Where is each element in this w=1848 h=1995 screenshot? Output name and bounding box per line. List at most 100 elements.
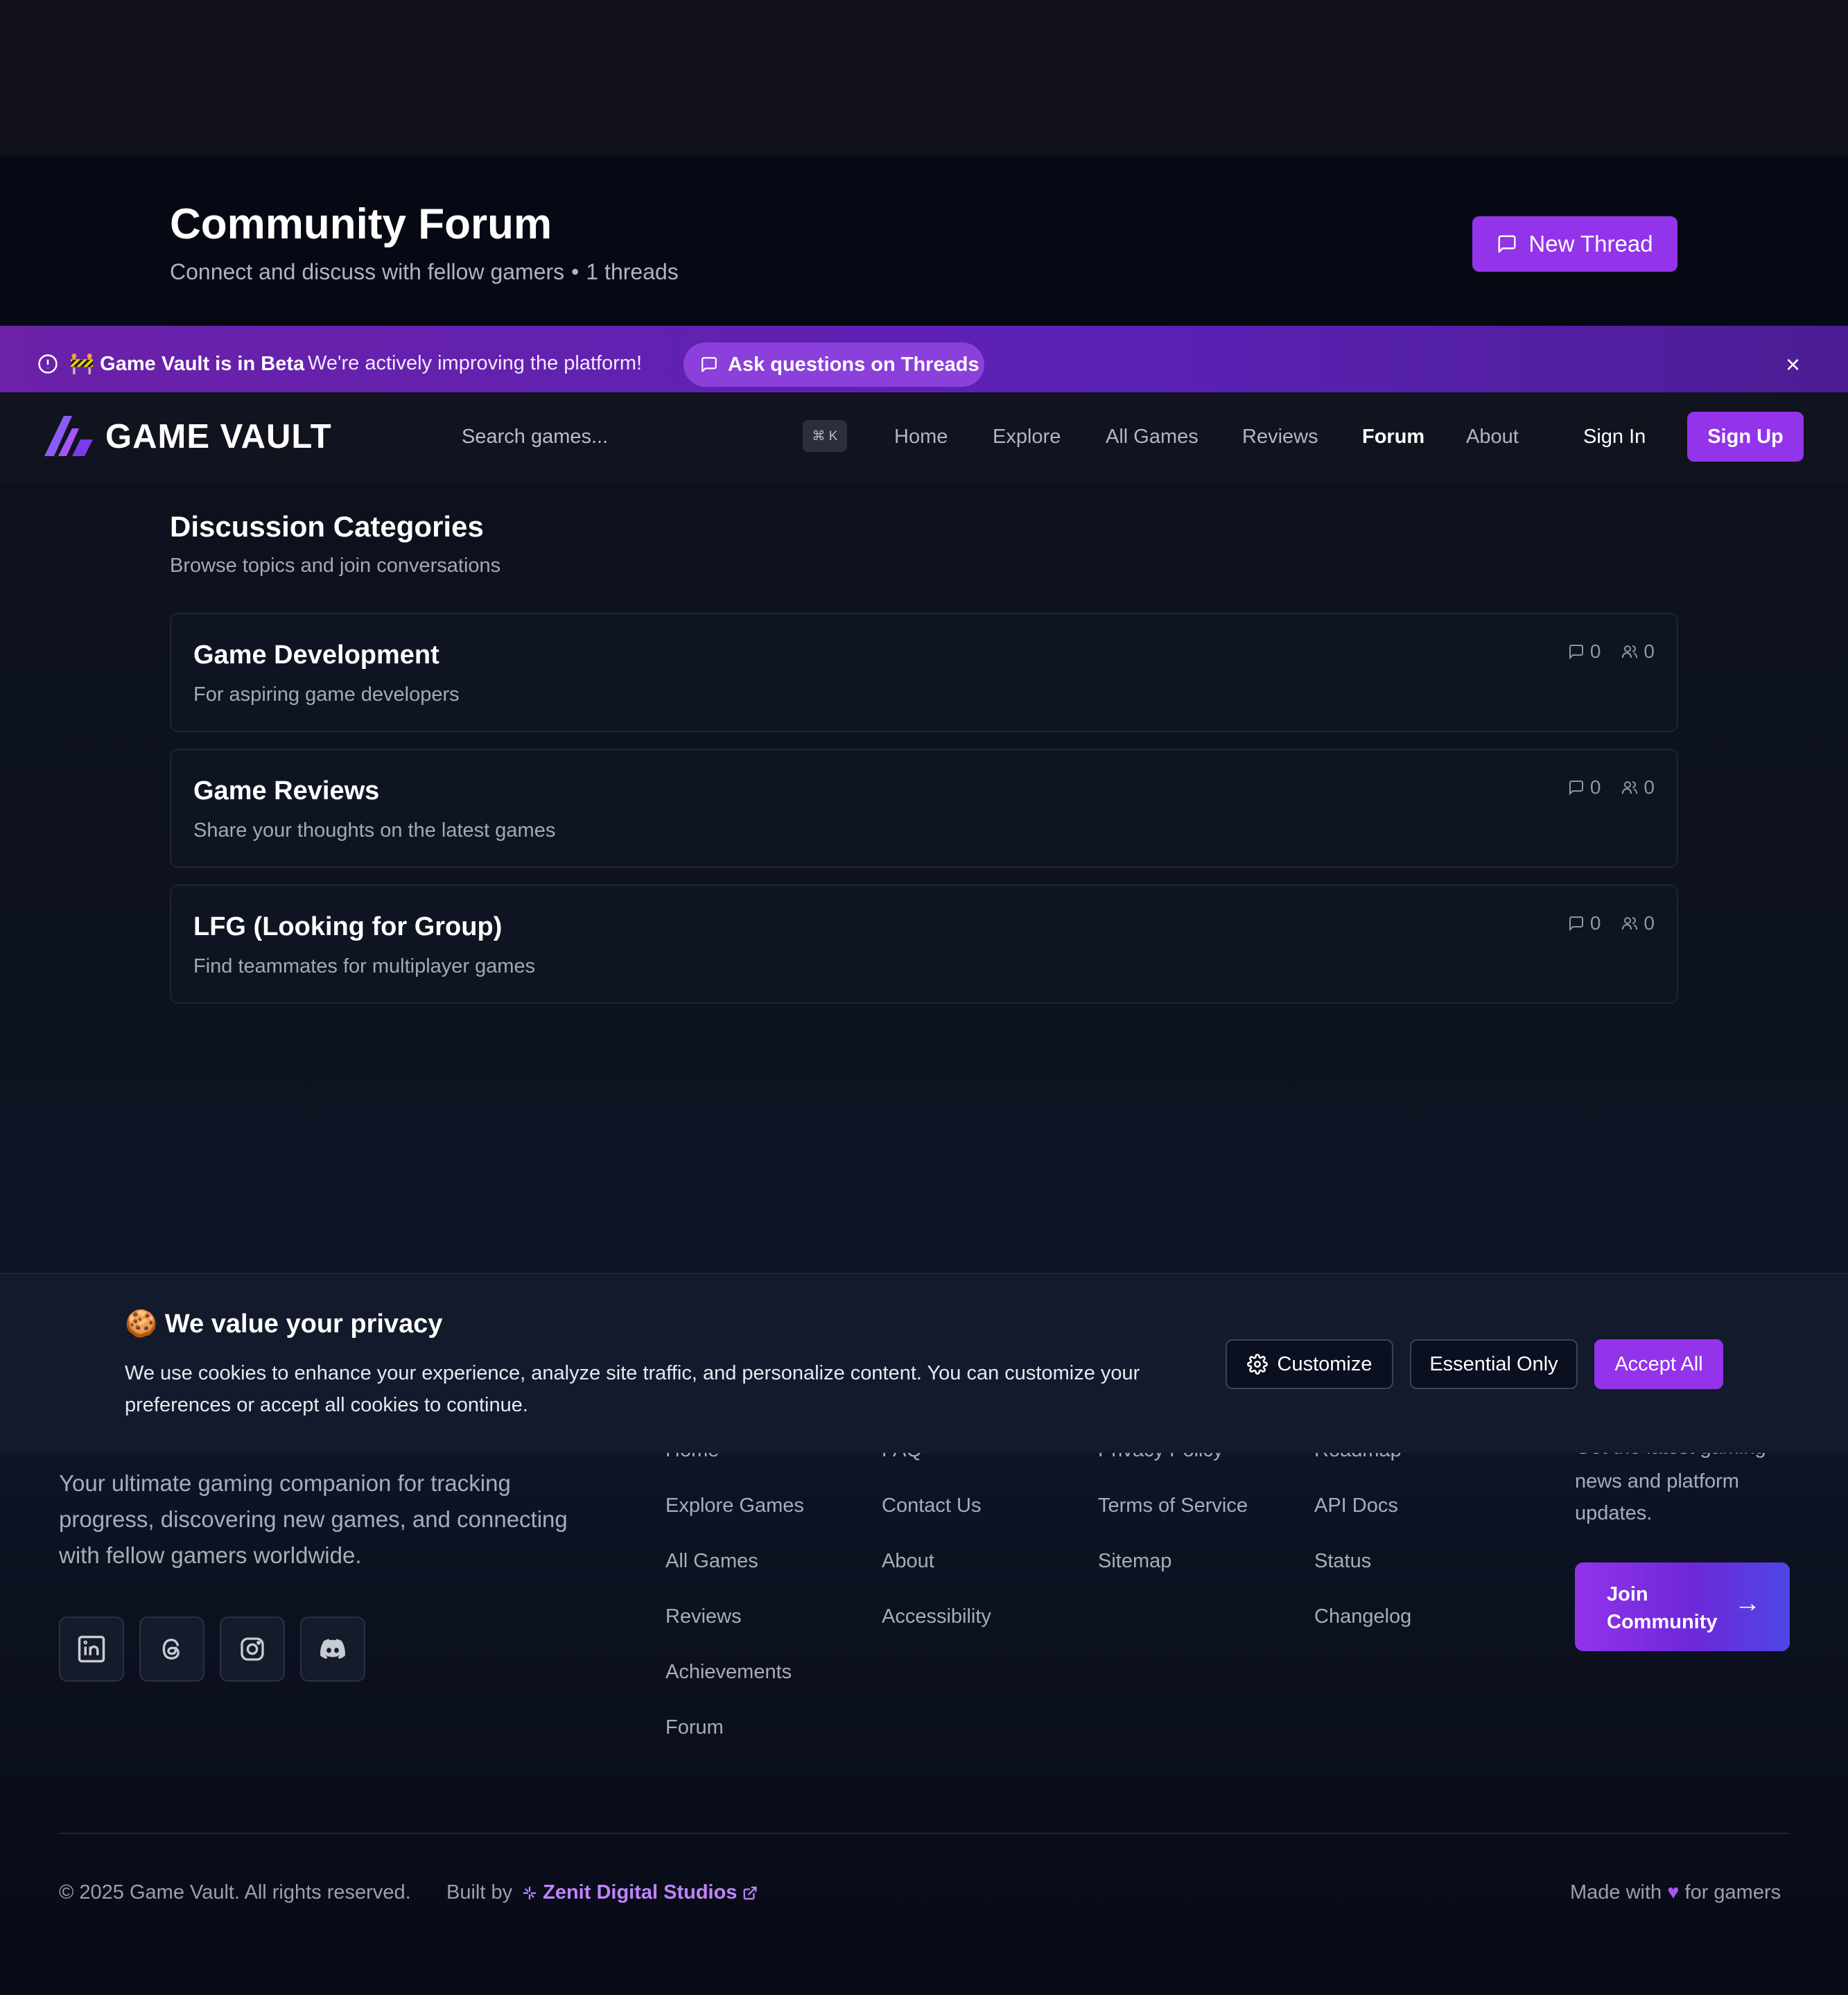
category-description: Find teammates for multiplayer games bbox=[193, 955, 536, 977]
footer-link[interactable]: Reviews bbox=[665, 1605, 742, 1628]
sign-up-button[interactable]: Sign Up bbox=[1687, 412, 1804, 462]
instagram-link[interactable] bbox=[220, 1617, 285, 1682]
join-label: Join bbox=[1607, 1583, 1648, 1605]
nav-link-forum[interactable]: Forum bbox=[1362, 426, 1424, 448]
nav-link-reviews[interactable]: Reviews bbox=[1242, 426, 1318, 448]
thread-count: 1 threads bbox=[586, 259, 679, 284]
thread-count: 0 bbox=[1589, 641, 1601, 662]
section-subtitle: Browse topics and join conversations bbox=[170, 555, 501, 577]
member-count: 0 bbox=[1644, 776, 1655, 798]
footer-link[interactable]: API Docs bbox=[1314, 1495, 1398, 1517]
search-input[interactable]: Search games... bbox=[462, 426, 608, 448]
heart-icon: ♥ bbox=[1667, 1881, 1680, 1903]
accept-all-button[interactable]: Accept All bbox=[1594, 1339, 1723, 1389]
category-card[interactable]: Game Reviews Share your thoughts on the … bbox=[170, 749, 1678, 868]
new-thread-label: New Thread bbox=[1528, 231, 1653, 256]
essential-only-label: Essential Only bbox=[1429, 1352, 1558, 1375]
discord-link[interactable] bbox=[300, 1617, 365, 1682]
category-stats: 0 0 bbox=[1568, 776, 1655, 799]
footer-link[interactable]: All Games bbox=[665, 1550, 758, 1573]
footer-link[interactable]: Achievements bbox=[665, 1661, 792, 1684]
category-stats: 0 0 bbox=[1568, 912, 1655, 934]
new-thread-button[interactable]: New Thread bbox=[1472, 216, 1677, 272]
thread-count: 0 bbox=[1589, 912, 1601, 934]
logo-icon bbox=[44, 416, 93, 456]
footer-link[interactable]: About bbox=[882, 1550, 934, 1573]
footer-link[interactable]: Changelog bbox=[1314, 1605, 1411, 1628]
category-stats: 0 0 bbox=[1568, 641, 1655, 663]
page-subtitle: Connect and discuss with fellow gamers • 1… bbox=[170, 258, 679, 286]
built-by-label: Built by bbox=[446, 1881, 513, 1903]
member-count: 0 bbox=[1644, 641, 1655, 662]
nav-link-all-games[interactable]: All Games bbox=[1106, 426, 1198, 448]
footer-link[interactable]: Explore Games bbox=[665, 1495, 804, 1517]
beta-title: 🚧 Game Vault is in Beta bbox=[69, 353, 305, 375]
cookie-title: 🍪 We value your privacy bbox=[125, 1309, 443, 1339]
message-square-icon bbox=[1569, 916, 1583, 932]
top-strip bbox=[0, 0, 1848, 155]
category-title: Game Development bbox=[193, 641, 439, 670]
footer-tagline: Your ultimate gaming companion for track… bbox=[59, 1470, 568, 1568]
page-title: Community Forum bbox=[170, 200, 552, 248]
instagram-icon bbox=[241, 1637, 264, 1661]
category-title: Game Reviews bbox=[193, 776, 380, 805]
customize-button[interactable]: Customize bbox=[1226, 1339, 1393, 1389]
brand-name[interactable]: GAME VAULT bbox=[105, 416, 332, 458]
footer-link[interactable]: Sitemap bbox=[1098, 1550, 1171, 1573]
member-count: 0 bbox=[1644, 912, 1655, 934]
search-shortcut: ⌘ K bbox=[803, 420, 847, 452]
for-gamers-label: for gamers bbox=[1684, 1881, 1781, 1903]
threads-link[interactable] bbox=[139, 1617, 204, 1682]
discord-icon bbox=[320, 1639, 345, 1659]
category-card[interactable]: LFG (Looking for Group) Find teammates f… bbox=[170, 885, 1678, 1004]
nav-link-about[interactable]: About bbox=[1466, 426, 1519, 448]
studio-link[interactable]: Zenit Digital Studios bbox=[522, 1881, 758, 1904]
gear-icon bbox=[1246, 1354, 1268, 1375]
category-card[interactable]: Game Development For aspiring game devel… bbox=[170, 613, 1678, 732]
footer-link[interactable]: Status bbox=[1314, 1550, 1371, 1573]
category-description: For aspiring game developers bbox=[193, 683, 460, 706]
join-label-2: Community bbox=[1607, 1611, 1718, 1633]
made-with: Made with ♥ for gamers bbox=[1570, 1881, 1781, 1904]
footer-divider bbox=[59, 1833, 1789, 1834]
essential-only-button[interactable]: Essential Only bbox=[1410, 1339, 1578, 1389]
thread-count: 0 bbox=[1589, 776, 1601, 798]
sign-in-link[interactable]: Sign In bbox=[1583, 426, 1646, 448]
cookie-text: We use cookies to enhance your experienc… bbox=[125, 1362, 1140, 1416]
linkedin-link[interactable] bbox=[59, 1617, 124, 1682]
made-with-label: Made with bbox=[1570, 1881, 1662, 1903]
section-title: Discussion Categories bbox=[170, 510, 484, 543]
subtitle-text: Connect and discuss with fellow gamers bbox=[170, 259, 565, 284]
ask-threads-link[interactable]: Ask questions on Threads bbox=[683, 342, 984, 387]
category-title: LFG (Looking for Group) bbox=[193, 912, 503, 941]
message-square-icon bbox=[701, 357, 717, 372]
footer-link[interactable]: Contact Us bbox=[882, 1495, 981, 1517]
info-circle-icon bbox=[38, 354, 58, 374]
arrow-right-icon: → bbox=[1734, 1589, 1761, 1618]
users-icon bbox=[1622, 781, 1638, 794]
close-icon[interactable]: × bbox=[1786, 352, 1800, 377]
nav-link-explore[interactable]: Explore bbox=[993, 426, 1061, 448]
message-square-icon bbox=[1498, 235, 1516, 253]
footer-link[interactable]: Accessibility bbox=[882, 1605, 991, 1628]
users-icon bbox=[1622, 917, 1638, 930]
main-content bbox=[0, 482, 1848, 1273]
customize-label: Customize bbox=[1277, 1352, 1372, 1375]
message-square-icon bbox=[1569, 645, 1583, 660]
studio-name: Zenit Digital Studios bbox=[543, 1881, 738, 1903]
threads-icon bbox=[162, 1638, 180, 1660]
newsletter-text: news and platform updates. bbox=[1575, 1470, 1739, 1524]
copyright: © 2025 Game Vault. All rights reserved. bbox=[59, 1881, 411, 1903]
footer-link[interactable]: Terms of Service bbox=[1098, 1495, 1248, 1517]
external-link-icon bbox=[744, 1886, 757, 1899]
separator-dot: • bbox=[571, 259, 579, 284]
footer-link[interactable]: Forum bbox=[665, 1716, 724, 1739]
nav-link-home[interactable]: Home bbox=[894, 426, 948, 448]
ask-threads-label: Ask questions on Threads bbox=[728, 353, 979, 376]
users-icon bbox=[1622, 645, 1638, 658]
linkedin-icon bbox=[78, 1635, 105, 1663]
built-by: Built by Zenit Digital Studios bbox=[446, 1881, 758, 1904]
join-community-button[interactable]: Join Community → bbox=[1575, 1562, 1790, 1651]
category-description: Share your thoughts on the latest games bbox=[193, 819, 556, 842]
sparkle-icon bbox=[523, 1886, 537, 1899]
